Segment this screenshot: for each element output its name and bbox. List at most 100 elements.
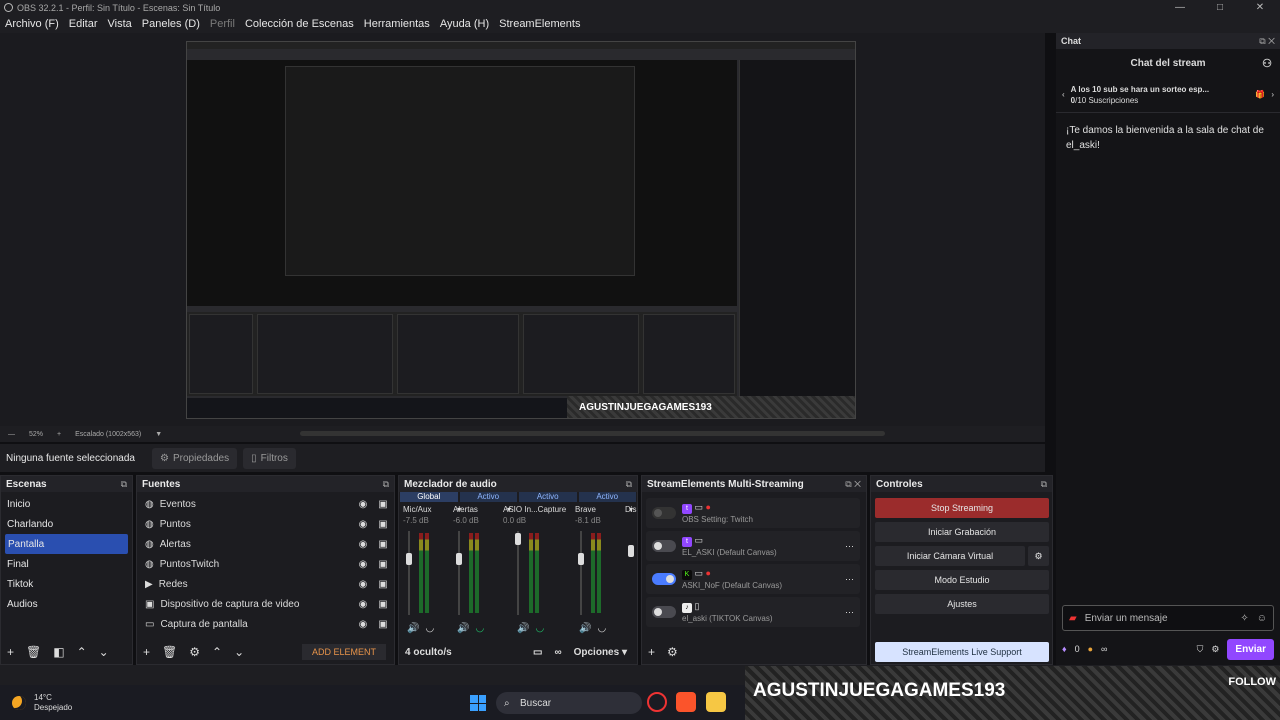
opera-icon[interactable] [647,692,667,712]
chat-message-input[interactable]: ▰ Enviar un mensaje ✧ ☺ [1062,605,1274,631]
brave-icon[interactable] [676,692,696,712]
headphones-icon[interactable]: ◡ [597,623,606,634]
more-icon[interactable]: ⋯ [845,607,854,618]
undock-icon[interactable]: ⧉ [383,479,389,490]
gear-icon[interactable]: ⚙ [1211,644,1219,655]
lock-icon[interactable]: ▣ [376,519,390,530]
menu-editar[interactable]: Editar [64,18,103,30]
scene-item-tiktok[interactable]: Tiktok [1,574,132,594]
output-toggle[interactable] [652,540,676,552]
scale-dropdown-icon[interactable]: ▼ [155,431,162,438]
virtual-camera-settings-icon[interactable]: ⚙ [1028,546,1049,566]
points-icon[interactable]: ● [1088,644,1093,654]
menu-coleccion-escenas[interactable]: Colección de Escenas [240,18,359,30]
volume-slider-track[interactable] [580,531,582,615]
move-down-icon[interactable]: ⌄ [99,645,109,659]
volume-slider-knob[interactable] [515,533,521,545]
source-item[interactable]: ◍ Puntos ◉ ▣ [137,514,394,534]
volume-slider-knob[interactable] [406,553,412,565]
chevron-right-icon[interactable]: › [1271,90,1274,99]
mixer-tab-activo[interactable]: Activo [459,492,517,502]
output-toggle[interactable] [652,507,676,519]
scene-item-charlando[interactable]: Charlando [1,514,132,534]
menu-streamelements[interactable]: StreamElements [494,18,585,30]
headphones-icon[interactable]: ◡ [475,623,484,634]
move-down-icon[interactable]: ⌄ [234,645,244,659]
source-item[interactable]: ◍ Eventos ◉ ▣ [137,494,394,514]
weather-widget[interactable]: 14°C Despejado [0,693,72,713]
undock-icon[interactable]: ⧉ [121,479,127,490]
zoom-in-button[interactable]: + [57,431,61,438]
undock-icon[interactable]: ⧉ [1041,479,1047,490]
studio-mode-button[interactable]: Modo Estudio [875,570,1049,590]
bits-icon[interactable]: ♦ [1062,644,1067,654]
gift-icon[interactable]: 🎁 [1255,90,1265,99]
lock-icon[interactable]: ▣ [376,499,390,510]
menu-perfil[interactable]: Perfil [205,18,240,30]
scene-item-inicio[interactable]: Inicio [1,494,132,514]
scene-item-audios[interactable]: Audios [1,594,132,614]
eye-icon[interactable]: ◉ [356,539,370,550]
emoji-icon[interactable]: ☺ [1257,613,1267,624]
users-icon[interactable]: ⚇ [1262,57,1272,70]
undock-icon[interactable]: ⧉ ✕ [1259,36,1275,47]
start-virtual-camera-button[interactable]: Iniciar Cámara Virtual [875,546,1025,566]
menu-vista[interactable]: Vista [103,18,137,30]
scene-item-final[interactable]: Final [1,554,132,574]
move-up-icon[interactable]: ⌃ [212,645,222,659]
add-output-icon[interactable]: + [648,645,655,659]
lock-icon[interactable]: ▣ [376,579,390,590]
options-button[interactable]: Opciones ▾ [574,647,627,658]
add-element-button[interactable]: ADD ELEMENT [301,644,386,660]
link-icon[interactable]: ∞ [554,647,561,658]
move-up-icon[interactable]: ⌃ [77,645,87,659]
lock-icon[interactable]: ▣ [376,599,390,610]
more-icon[interactable]: ⋯ [845,574,854,585]
maximize-button[interactable]: □ [1200,0,1240,15]
live-support-button[interactable]: StreamElements Live Support [875,642,1049,662]
horizontal-scrollbar[interactable] [300,431,885,436]
speaker-icon[interactable]: 🔊 [407,623,419,634]
filter-icon[interactable]: ◧ [53,645,64,659]
zoom-out-button[interactable]: — [8,431,15,438]
mixer-tab-global[interactable]: Global [400,492,458,502]
undock-icon[interactable]: ⧉ [626,479,632,490]
eye-icon[interactable]: ◉ [356,559,370,570]
start-recording-button[interactable]: Iniciar Grabación [875,522,1049,542]
source-item[interactable]: ▶ Redes ◉ ▣ [137,574,394,594]
source-item[interactable]: ◍ Alertas ◉ ▣ [137,534,394,554]
eye-icon[interactable]: ◉ [356,499,370,510]
speaker-icon[interactable]: 🔊 [579,623,591,634]
gear-icon[interactable]: ⚙ [667,645,678,659]
mixer-tab-activo[interactable]: Activo [578,492,636,502]
properties-button[interactable]: ⚙ Propiedades [152,447,238,469]
volume-slider-knob[interactable] [456,553,462,565]
volume-slider-knob[interactable] [628,545,634,557]
add-scene-icon[interactable]: + [7,645,14,659]
menu-ayuda[interactable]: Ayuda (H) [435,18,494,30]
layout-icon[interactable]: ▭ [533,647,542,658]
add-source-icon[interactable]: + [143,645,150,659]
eye-icon[interactable]: ◉ [356,519,370,530]
source-item[interactable]: ▭ Captura de pantalla ◉ ▣ [137,614,394,634]
scene-item-pantalla[interactable]: Pantalla [5,534,128,554]
source-item[interactable]: ▣ Dispositivo de captura de video ◉ ▣ [137,594,394,614]
stop-streaming-button[interactable]: Stop Streaming [875,498,1049,518]
settings-button[interactable]: Ajustes [875,594,1049,614]
output-toggle[interactable] [652,606,676,618]
undock-icon[interactable]: ⧉ ✕ [845,479,861,490]
lock-icon[interactable]: ▣ [376,559,390,570]
mixer-tab-activo[interactable]: Activo [519,492,577,502]
send-button[interactable]: Enviar [1227,638,1274,660]
menu-paneles[interactable]: Paneles (D) [137,18,205,30]
minimize-button[interactable]: — [1160,0,1200,15]
taskbar-search[interactable]: ⌕ Buscar [496,692,642,714]
folder-icon[interactable] [706,692,726,712]
speaker-icon[interactable]: 🔊 [517,623,529,634]
headphones-icon[interactable]: ◡ [535,623,544,634]
shield-icon[interactable]: ⛉ [1197,644,1204,655]
volume-slider-track[interactable] [458,531,460,615]
filters-button[interactable]: ▯ Filtros [243,447,296,469]
trash-icon[interactable]: 🗑 [26,645,41,659]
eye-icon[interactable]: ◉ [356,579,370,590]
